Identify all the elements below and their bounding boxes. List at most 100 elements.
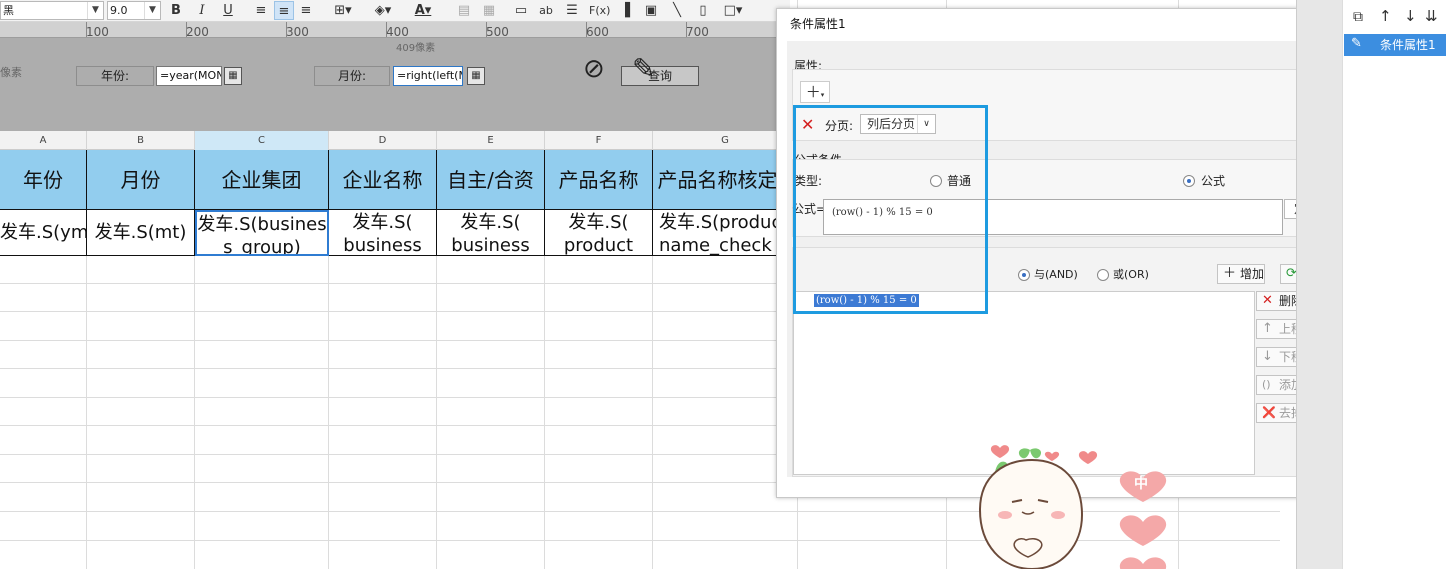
data-cell[interactable]: 发车.S(product [545, 210, 653, 256]
scroll-region[interactable] [1296, 0, 1342, 569]
ruler-tick: 400 [386, 25, 409, 39]
formula-icon[interactable]: F(x) [589, 1, 610, 20]
cell-text: 发车.S(mt) [94, 222, 187, 243]
cell-line-1: 发车.S(produc [659, 212, 782, 233]
header-cell[interactable]: 年份 [0, 150, 87, 210]
align-center-icon[interactable]: ≡ [274, 1, 294, 20]
add-attribute-button[interactable]: ＋▾ [800, 81, 830, 103]
month-label: 月份: [314, 66, 390, 86]
pencil-icon: ✎ [632, 52, 656, 85]
cell-line-1: 发车.S( [352, 212, 413, 233]
data-cell-selected[interactable]: 发车.S(busines s_group) [195, 210, 329, 256]
arrow-down-icon[interactable]: ↓ [1404, 7, 1417, 25]
blush [1051, 511, 1065, 519]
header-cell[interactable]: 月份 [87, 150, 195, 210]
paren-icon: () [1262, 378, 1271, 391]
arrow-down-icon: ↓ [1262, 349, 1273, 364]
sticker-image: 中 [978, 445, 1167, 569]
bold-button[interactable]: B [166, 1, 186, 20]
underline-button[interactable]: U [218, 1, 238, 20]
heart-icon [1078, 451, 1098, 464]
slash-icon[interactable]: ╲ [667, 1, 687, 20]
header-cell[interactable]: 企业集团 [195, 150, 329, 210]
remove-paren-icon: ❌ [1262, 406, 1276, 419]
cell-line-2: business [343, 235, 422, 256]
heart-icon [1119, 515, 1167, 546]
font-color-icon[interactable]: A▾ [408, 1, 438, 20]
data-cell[interactable]: 发车.S(mt) [87, 210, 195, 256]
sub-report-icon[interactable]: ▯ [693, 1, 713, 20]
column-header[interactable]: D [329, 131, 437, 150]
grid-line [86, 256, 87, 569]
image-icon[interactable]: ▣ [641, 1, 661, 20]
add-label: 增加 [1240, 267, 1265, 281]
border-icon[interactable]: ⊞▾ [328, 1, 358, 20]
copy-icon[interactable]: ⧉ [1353, 9, 1363, 25]
column-header[interactable]: A [0, 131, 87, 150]
ruler-tick: 500 [486, 25, 509, 39]
font-select[interactable]: 黑 ▼ [0, 1, 104, 20]
cell-line-2: name_check [659, 235, 772, 256]
frame-icon[interactable]: □▾ [718, 1, 748, 20]
font-value: 黑 [3, 4, 14, 17]
header-cell[interactable]: 自主/合资 [437, 150, 545, 210]
parameter-pane: 409像素 像素 年份: =year(MON ▦ 月份: =right(left… [0, 38, 778, 131]
or-radio[interactable] [1097, 269, 1109, 281]
header-cell[interactable]: 企业名称 [329, 150, 437, 210]
align-left-icon[interactable]: ≡ [251, 1, 271, 20]
type-formula-label: 公式 [1201, 174, 1226, 188]
dialog-title: 条件属性1 [790, 17, 846, 31]
merge-icon[interactable]: ▤ [454, 1, 474, 20]
hidden-eye-icon[interactable]: ⊘ [583, 54, 605, 84]
heart-icon [990, 445, 1010, 458]
ruler-tick: 600 [586, 25, 609, 39]
calendar-icon[interactable]: ▦ [224, 67, 242, 85]
and-label: 与(AND) [1034, 268, 1078, 281]
calendar-icon[interactable]: ▦ [467, 67, 485, 85]
paragraph-icon[interactable]: ☰ [562, 1, 582, 20]
ruler-line [486, 22, 487, 37]
column-header[interactable]: F [545, 131, 653, 150]
cell-line-1: 发车.S( [460, 212, 521, 233]
chevron-down-icon: ▼ [144, 2, 160, 19]
header-cell[interactable]: 产品名称核定 [653, 150, 783, 210]
and-radio[interactable] [1018, 269, 1030, 281]
column-header[interactable]: B [87, 131, 195, 150]
blush [998, 511, 1012, 519]
arrow-up-icon[interactable]: ↑ [1379, 7, 1392, 25]
move-bottom-icon[interactable]: ⇊ [1425, 7, 1438, 25]
ruler-line [86, 22, 87, 37]
fill-color-icon[interactable]: ◈▾ [368, 1, 398, 20]
highlight-box [793, 105, 988, 314]
month-input[interactable]: =right(left(M( [393, 66, 463, 86]
column-header[interactable]: E [437, 131, 545, 150]
grid-line [436, 256, 437, 569]
italic-button[interactable]: I [192, 1, 212, 20]
ruler: 100 200 300 400 500 600 700 [0, 22, 778, 39]
text-icon[interactable]: ab [536, 1, 556, 20]
year-input[interactable]: =year(MON [156, 66, 222, 86]
column-header[interactable]: C [195, 131, 329, 150]
font-size-select[interactable]: 9.0 ▼ [107, 1, 161, 20]
cell-line-2: product [563, 235, 634, 256]
grid-line [544, 256, 545, 569]
year-label: 年份: [76, 66, 154, 86]
arrow-up-icon: ↑ [1262, 321, 1273, 336]
data-cell[interactable]: 发车.S(produc name_check [653, 210, 783, 256]
add-condition-button[interactable]: ＋增加 [1217, 264, 1265, 284]
cell-text: 发车.S(ym) [0, 222, 87, 243]
type-formula-radio[interactable] [1183, 175, 1195, 187]
data-cell[interactable]: 发车.S(business [437, 210, 545, 256]
heart-text: 中 [1134, 475, 1148, 492]
unmerge-icon[interactable]: ▦ [479, 1, 499, 20]
align-right-icon[interactable]: ≡ [296, 1, 316, 20]
chart-icon[interactable]: ▐ [615, 1, 635, 20]
data-cell[interactable]: 发车.S(ym) [0, 210, 87, 256]
grid-line [328, 256, 329, 569]
data-cell[interactable]: 发车.S(business [329, 210, 437, 256]
condition-attribute-dialog: 条件属性1 属性: ＋▾ ✕ 分页: 列后分页∨ 公式条件 类型: 普通 公式 … [776, 8, 1342, 498]
pencil-icon: ✎ [1351, 36, 1362, 51]
insert-cell-icon[interactable]: ▭ [511, 1, 531, 20]
header-cell[interactable]: 产品名称 [545, 150, 653, 210]
cell-line-1: 发车.S(busines [197, 214, 327, 235]
